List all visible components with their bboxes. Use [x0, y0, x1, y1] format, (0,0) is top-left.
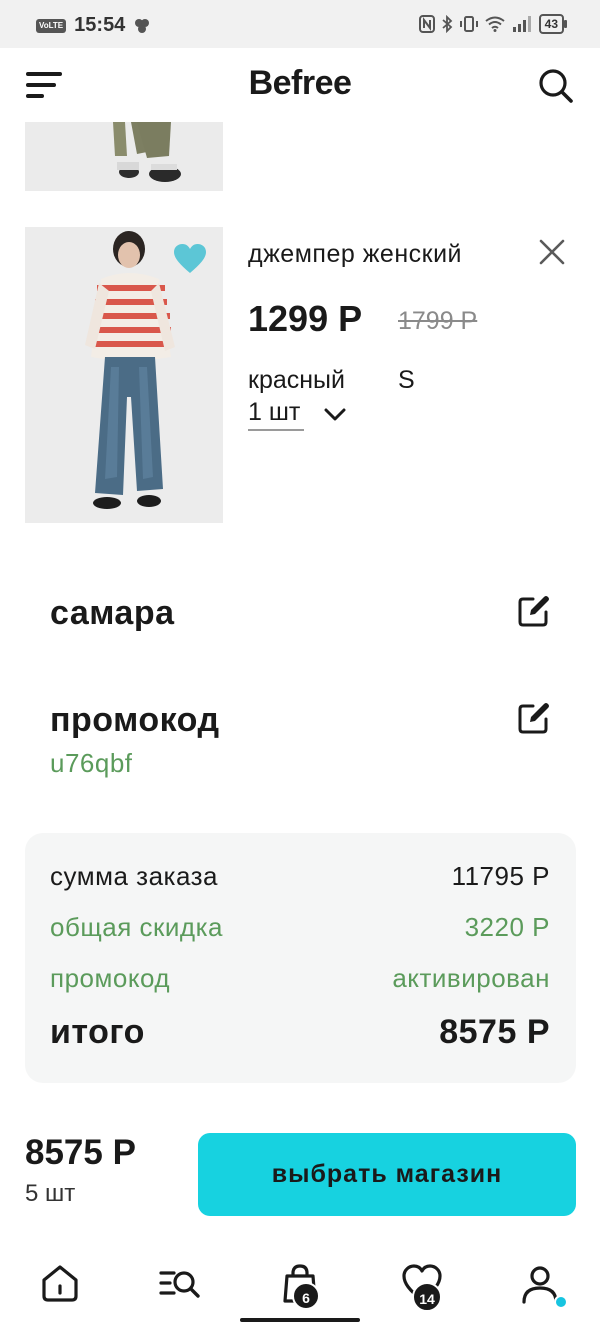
- order-sum-value: 11795 Р: [451, 861, 550, 891]
- brand-logo[interactable]: Befree: [0, 64, 600, 103]
- checkout-item-count: 5 шт: [25, 1180, 76, 1207]
- app-notification-icon: [135, 18, 150, 33]
- total-value: 8575 Р: [439, 1013, 550, 1051]
- city-title[interactable]: самара: [50, 594, 175, 633]
- promo-status-value: активирован: [392, 963, 550, 993]
- order-sum-label: сумма заказа: [50, 861, 219, 891]
- product-old-price: 1799 Р: [398, 307, 478, 335]
- profile-notification-dot: [554, 1295, 568, 1309]
- status-right: 43: [418, 14, 568, 34]
- choose-store-button[interactable]: выбрать магазин: [198, 1133, 576, 1216]
- summary-row-total: итого 8575 Р: [50, 1013, 550, 1052]
- summary-row-promo: промокод активирован: [50, 963, 550, 994]
- edit-city-icon[interactable]: [516, 593, 552, 629]
- product-name[interactable]: джемпер женский: [248, 240, 462, 269]
- product-size: S: [398, 366, 415, 394]
- battery-indicator: 43: [538, 14, 568, 34]
- previous-item-image[interactable]: [25, 122, 223, 191]
- app-header: Befree: [0, 48, 600, 122]
- wifi-icon: [485, 16, 505, 32]
- favorite-heart-icon[interactable]: [173, 243, 207, 275]
- edit-promo-icon[interactable]: [516, 700, 552, 736]
- promo-status-label: промокод: [50, 963, 171, 993]
- cart-badge: 6: [292, 1282, 320, 1310]
- product-color: красный: [248, 366, 345, 394]
- close-icon[interactable]: [536, 236, 568, 268]
- total-label: итого: [50, 1013, 145, 1051]
- vibrate-icon: [459, 16, 478, 32]
- bottom-nav: 6 14: [0, 1248, 600, 1323]
- product-price: 1299 Р: [248, 298, 363, 339]
- status-time: 15:54: [74, 14, 126, 36]
- summary-row-discount: общая скидка 3220 Р: [50, 912, 550, 943]
- product-photo: [25, 122, 223, 191]
- signal-icon: [512, 16, 531, 32]
- promo-title[interactable]: промокод: [50, 701, 220, 740]
- home-icon[interactable]: [38, 1262, 82, 1306]
- chevron-down-icon: [324, 408, 346, 420]
- volte-indicator: VoLTE: [36, 18, 67, 33]
- nfc-icon: [418, 15, 435, 33]
- favorites-badge: 14: [412, 1282, 442, 1312]
- order-summary: сумма заказа 11795 Р общая скидка 3220 Р…: [25, 833, 576, 1083]
- summary-row-order-sum: сумма заказа 11795 Р: [50, 861, 550, 892]
- cart-item-image[interactable]: [25, 227, 223, 523]
- nav-favorites[interactable]: 14: [400, 1262, 444, 1312]
- checkout-total: 8575 Р: [25, 1133, 136, 1172]
- quantity-select[interactable]: 1 шт: [248, 398, 346, 431]
- catalog-search-icon[interactable]: [158, 1262, 202, 1306]
- nav-cart[interactable]: 6: [278, 1262, 322, 1310]
- bluetooth-icon: [442, 15, 452, 33]
- discount-value: 3220 Р: [464, 912, 550, 942]
- promo-code-value: u76qbf: [50, 748, 133, 778]
- discount-label: общая скидка: [50, 912, 223, 942]
- quantity-value: 1 шт: [248, 398, 304, 431]
- search-icon[interactable]: [538, 68, 574, 104]
- status-bar: VoLTE 15:54 43: [0, 0, 600, 48]
- active-tab-indicator: [240, 1318, 360, 1322]
- status-left: VoLTE 15:54: [36, 14, 151, 37]
